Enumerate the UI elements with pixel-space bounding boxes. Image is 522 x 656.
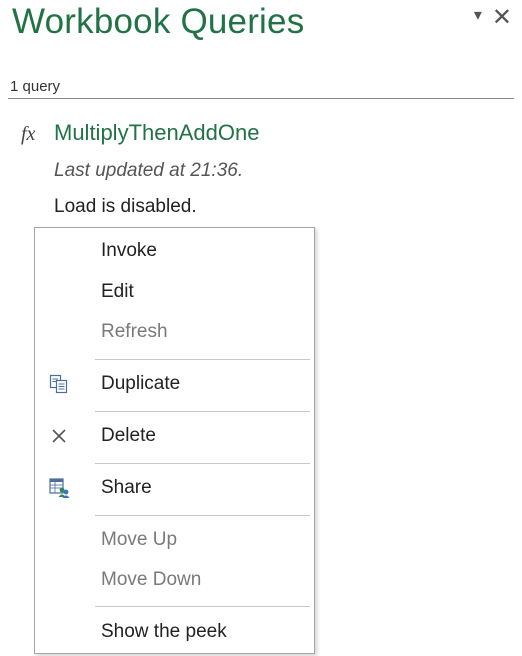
menu-item-duplicate[interactable]: Duplicate: [35, 366, 314, 402]
menu-item-share[interactable]: Share: [35, 470, 314, 506]
query-load-status: Load is disabled.: [54, 196, 197, 217]
menu-item-edit[interactable]: Edit: [35, 274, 314, 310]
duplicate-icon: [47, 372, 71, 396]
query-name[interactable]: MultiplyThenAddOne: [54, 120, 259, 146]
menu-separator: [95, 606, 310, 607]
delete-icon: [47, 424, 71, 448]
pane-controls: ▾ ✕: [474, 6, 512, 30]
query-count: 1 query: [10, 78, 61, 95]
query-item[interactable]: fx MultiplyThenAddOne: [21, 120, 259, 146]
menu-item-label: Show the peek: [101, 621, 227, 642]
function-icon: fx: [21, 123, 36, 145]
menu-item-label: Delete: [101, 425, 156, 446]
menu-item-label: Move Up: [101, 529, 178, 550]
menu-item-show-peek[interactable]: Show the peek: [35, 614, 314, 650]
menu-item-move-down[interactable]: Move Down: [35, 562, 314, 598]
pane-title: Workbook Queries: [12, 2, 305, 41]
menu-item-move-up[interactable]: Move Up: [35, 522, 314, 558]
menu-item-label: Duplicate: [101, 373, 181, 394]
menu-item-delete[interactable]: Delete: [35, 418, 314, 454]
share-icon: [47, 476, 71, 500]
menu-item-label: Move Down: [101, 569, 202, 590]
menu-separator: [95, 359, 310, 360]
menu-item-label: Share: [101, 477, 152, 498]
query-last-updated: Last updated at 21:36.: [54, 160, 244, 181]
menu-separator: [95, 463, 310, 464]
divider: [8, 98, 514, 99]
pane-options-dropdown[interactable]: ▾: [474, 4, 482, 28]
menu-item-label: Invoke: [101, 240, 157, 261]
context-menu: Invoke Edit Refresh Duplicate Delete Sha…: [34, 227, 315, 654]
menu-separator: [95, 411, 310, 412]
menu-item-label: Edit: [101, 281, 134, 302]
menu-separator: [95, 515, 310, 516]
menu-item-invoke[interactable]: Invoke: [35, 233, 314, 269]
menu-item-label: Refresh: [101, 321, 168, 342]
menu-item-refresh[interactable]: Refresh: [35, 314, 314, 350]
close-icon[interactable]: ✕: [492, 6, 512, 30]
